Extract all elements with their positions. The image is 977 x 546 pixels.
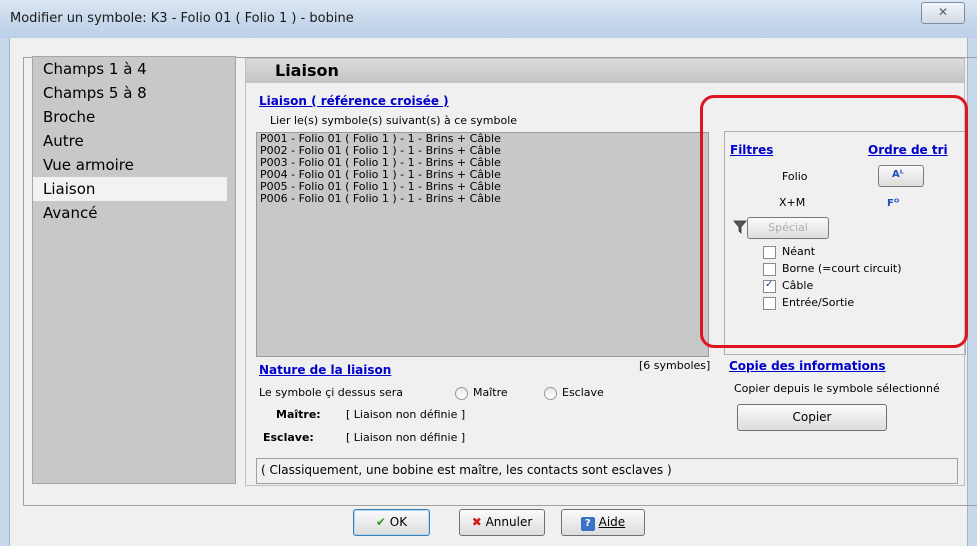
- slave-value: [ Liaison non définie ]: [346, 431, 466, 444]
- cancel-x-icon: ✖: [471, 515, 482, 529]
- crossref-section-title: Liaison ( référence croisée ): [259, 94, 449, 108]
- info-text: ( Classiquement, une bobine est maître, …: [261, 463, 672, 477]
- title-bar: Modifier un symbole: K3 - Folio 01 ( Fol…: [0, 0, 977, 39]
- checkmark-icon: ✔: [375, 515, 386, 529]
- copy-button[interactable]: Copier: [737, 404, 887, 431]
- info-bar: ( Classiquement, une bobine est maître, …: [256, 458, 958, 484]
- master-value: [ Liaison non définie ]: [346, 408, 466, 421]
- panel-title: Liaison: [275, 61, 339, 80]
- radio-esclave[interactable]: [544, 387, 557, 400]
- list-item[interactable]: P006 - Folio 01 ( Folio 1 ) - 1 - Brins …: [257, 193, 708, 205]
- master-label: Maître:: [276, 408, 321, 421]
- help-button[interactable]: ? Aide: [561, 509, 645, 536]
- window-title: Modifier un symbole: K3 - Folio 01 ( Fol…: [10, 11, 354, 26]
- dialog-window: Modifier un symbole: K3 - Folio 01 ( Fol…: [0, 0, 977, 546]
- category-list: Champs 1 à 4 Champs 5 à 8 Broche Autre V…: [32, 56, 236, 484]
- radio-maitre[interactable]: [455, 387, 468, 400]
- cancel-label: Annuler: [485, 515, 533, 529]
- close-button[interactable]: ✕: [921, 2, 965, 24]
- nav-item-champs-5-8[interactable]: Champs 5 à 8: [33, 81, 235, 105]
- radio-esclave-label: Esclave: [562, 386, 604, 399]
- nav-item-liaison[interactable]: Liaison: [33, 177, 227, 201]
- window-frame-left: [0, 38, 10, 546]
- nav-item-broche[interactable]: Broche: [33, 105, 235, 129]
- crossref-description: Lier le(s) symbole(s) suivant(s) à ce sy…: [270, 114, 518, 127]
- ok-label: OK: [389, 515, 408, 529]
- close-icon: ✕: [937, 5, 949, 19]
- nav-item-champs-1-4[interactable]: Champs 1 à 4: [33, 57, 235, 81]
- nav-item-avance[interactable]: Avancé: [33, 201, 235, 225]
- copy-section-title: Copie des informations: [729, 359, 886, 373]
- ok-button[interactable]: ✔ OK: [353, 509, 430, 536]
- symbol-count: [6 symboles]: [639, 359, 711, 372]
- panel-header: Liaison: [246, 59, 964, 83]
- nav-item-autre[interactable]: Autre: [33, 129, 235, 153]
- nature-section-title: Nature de la liaison: [259, 363, 392, 377]
- linked-symbols-list[interactable]: P001 - Folio 01 ( Folio 1 ) - 1 - Brins …: [256, 132, 709, 357]
- nav-item-vue-armoire[interactable]: Vue armoire: [33, 153, 235, 177]
- copy-description: Copier depuis le symbole sélectionné: [734, 382, 940, 395]
- radio-maitre-label: Maître: [473, 386, 508, 399]
- cancel-button[interactable]: ✖ Annuler: [459, 509, 545, 536]
- nature-prompt: Le symbole çi dessus sera: [259, 386, 403, 399]
- highlight-annotation: [700, 95, 968, 348]
- help-label: Aide: [598, 515, 626, 529]
- help-icon: ?: [580, 517, 595, 531]
- slave-label: Esclave:: [263, 431, 314, 444]
